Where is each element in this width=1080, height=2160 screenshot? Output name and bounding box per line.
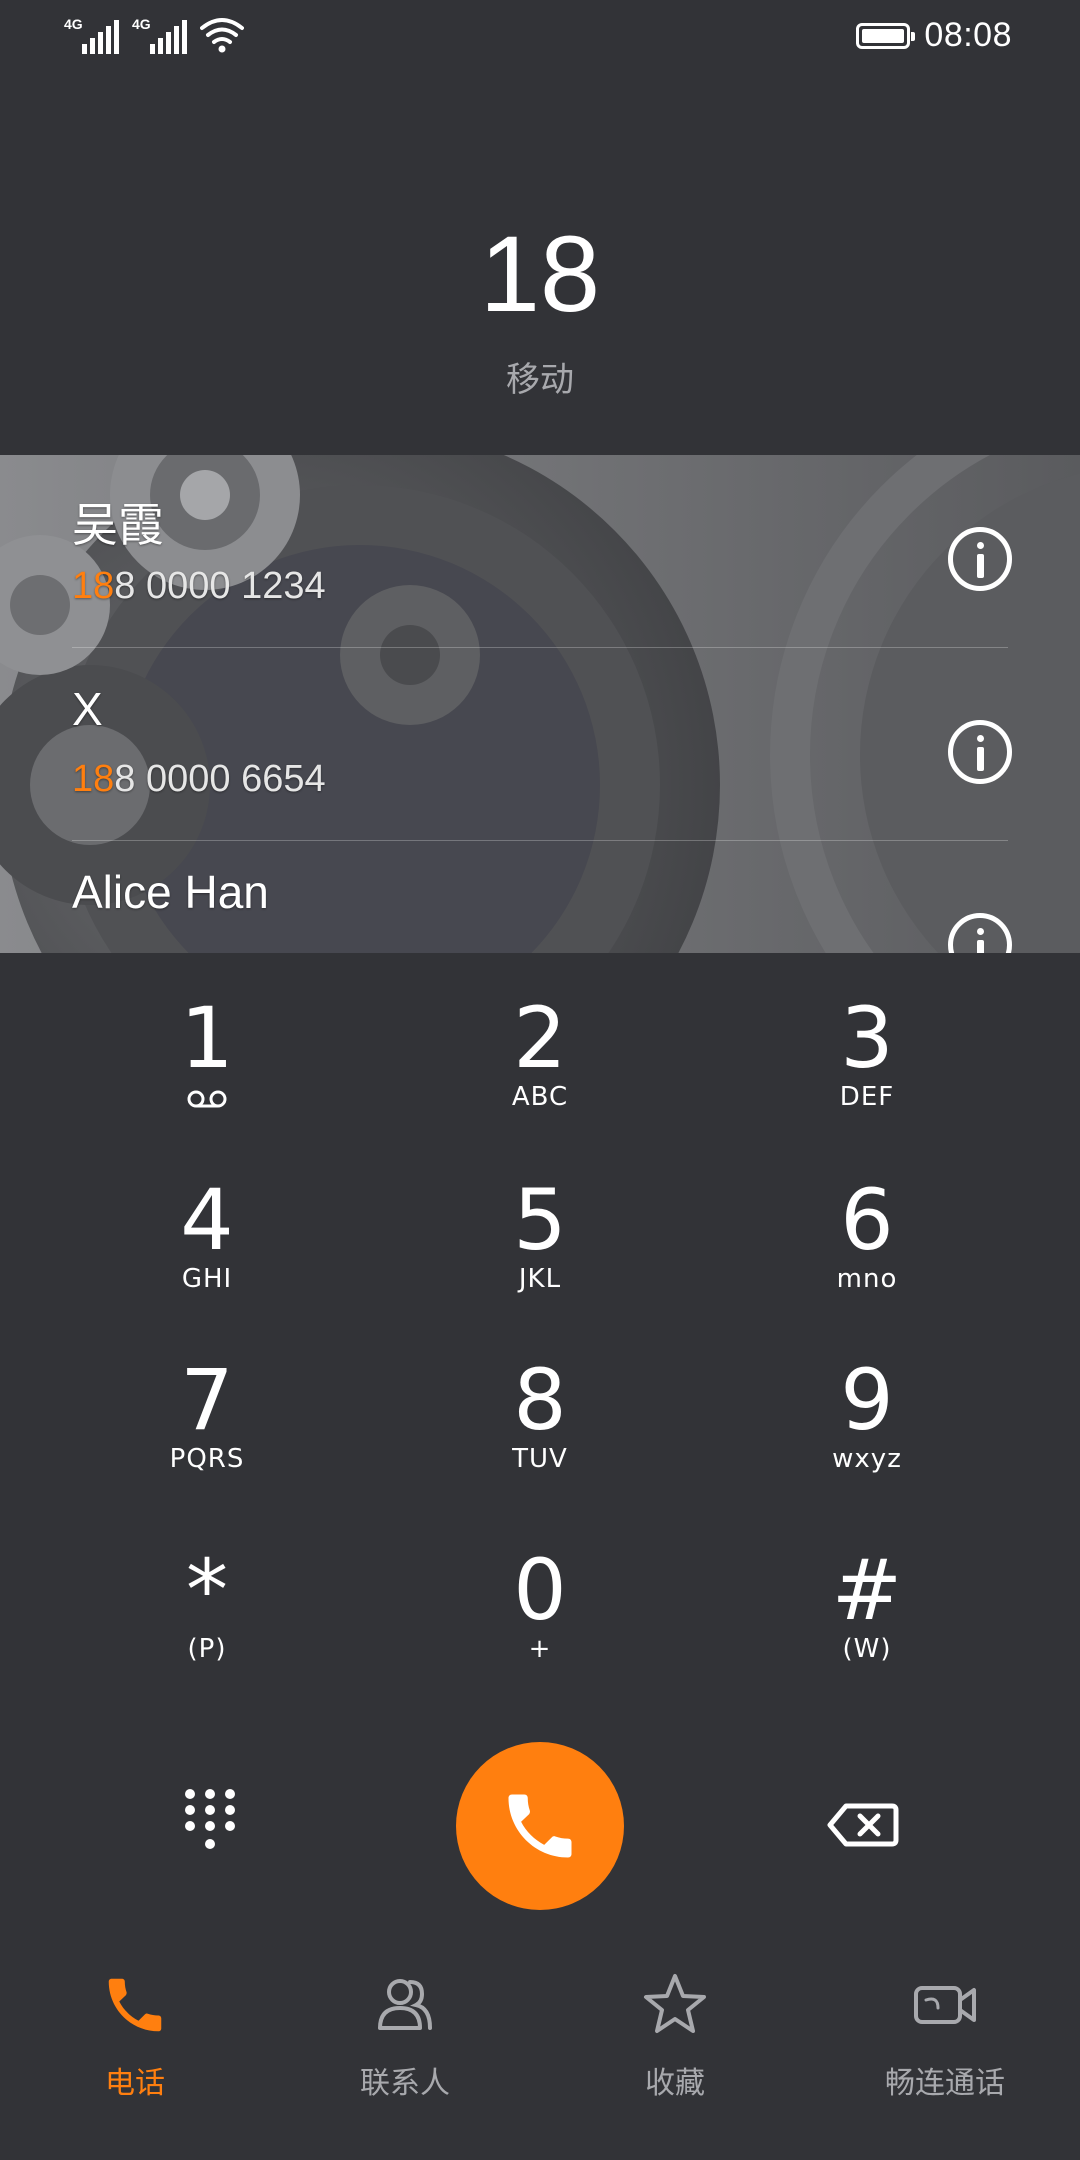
key-letters: ABC <box>511 1082 569 1112</box>
key-8[interactable]: 8 TUV <box>430 1352 650 1502</box>
dialed-number[interactable]: 18 <box>0 220 1080 328</box>
dialed-number-display: 18 移动 <box>0 220 1080 401</box>
contact-phone: 188 0000 1234 <box>72 565 326 608</box>
cellular-signal-icon: 4G <box>64 16 120 54</box>
key-0[interactable]: 0 + <box>430 1542 650 1692</box>
key-letters: GHI <box>181 1264 233 1294</box>
network-type-label: 4G <box>64 16 83 32</box>
key-4[interactable]: 4 GHI <box>97 1172 317 1322</box>
contact-name: 吴霞 <box>72 499 164 551</box>
tab-contacts[interactable]: 联系人 <box>270 1970 540 2120</box>
tab-favorites[interactable]: 收藏 <box>540 1970 810 2120</box>
key-3[interactable]: 3 DEF <box>757 990 977 1140</box>
contact-suggestions: 吴霞 188 0000 1234 X 188 0000 6654 Alice H… <box>0 455 1080 953</box>
bottom-tab-bar: 电话 联系人 收藏 畅连通话 <box>0 1950 1080 2160</box>
tab-label: 收藏 <box>645 2067 705 2100</box>
backspace-icon[interactable] <box>826 1802 900 1848</box>
key-5[interactable]: 5 JKL <box>430 1172 650 1322</box>
key-letters: PQRS <box>169 1444 245 1474</box>
contact-phone: 188 0000 6654 <box>72 758 326 801</box>
key-digit: 5 <box>513 1171 567 1269</box>
battery-icon <box>856 22 916 49</box>
key-digit: 6 <box>840 1171 894 1269</box>
contact-info-icon[interactable] <box>948 527 1012 591</box>
voicemail-icon <box>187 1090 227 1108</box>
carrier-label: 移动 <box>506 361 574 399</box>
dialpad-toggle-icon[interactable] <box>180 1786 240 1854</box>
phone-icon <box>108 1978 162 2032</box>
key-digit: 2 <box>513 989 567 1087</box>
key-digit: * <box>186 1541 228 1639</box>
phone-icon <box>508 1794 572 1858</box>
key-letters: JKL <box>518 1264 562 1294</box>
key-1[interactable]: 1 <box>97 990 317 1140</box>
tab-phone[interactable]: 电话 <box>0 1970 270 2120</box>
contact-info-icon[interactable] <box>948 720 1012 784</box>
key-digit: 0 <box>513 1541 567 1639</box>
tab-label: 联系人 <box>360 2067 450 2100</box>
key-digit: 8 <box>513 1351 567 1449</box>
key-digit: # <box>831 1541 903 1639</box>
contact-name: X <box>72 683 103 735</box>
key-letters: mno <box>836 1264 898 1294</box>
cellular-signal-icon: 4G <box>132 16 188 54</box>
key-digit: 3 <box>840 989 894 1087</box>
key-pound[interactable]: # (W) <box>757 1542 977 1692</box>
contact-row[interactable]: X 188 0000 6654 <box>0 648 1080 841</box>
key-letters: wxyz <box>832 1444 902 1474</box>
phone-rest: 8 0000 6654 <box>114 758 326 800</box>
call-button[interactable] <box>456 1742 624 1910</box>
status-bar: 4G 4G 08:08 <box>0 0 1080 70</box>
key-digit: 1 <box>180 989 234 1087</box>
key-6[interactable]: 6 mno <box>757 1172 977 1322</box>
contact-name: Alice Han <box>72 866 269 918</box>
tab-label: 电话 <box>105 2067 165 2100</box>
wifi-icon <box>200 18 244 53</box>
key-digit: 4 <box>180 1171 234 1269</box>
status-time: 08:08 <box>924 16 1012 54</box>
contact-info-icon[interactable] <box>948 913 1012 953</box>
phone-rest: 8 0000 1234 <box>114 565 326 607</box>
phone-match-highlight: 18 <box>72 565 115 607</box>
key-letters: TUV <box>512 1444 568 1474</box>
key-digit: 9 <box>840 1351 894 1449</box>
key-letters: (W) <box>842 1634 892 1664</box>
tab-label: 畅连通话 <box>885 2067 1005 2100</box>
network-type-label: 4G <box>132 16 151 32</box>
contact-row[interactable]: 吴霞 188 0000 1234 <box>0 455 1080 648</box>
key-letters: + <box>528 1634 552 1664</box>
key-digit: 7 <box>180 1351 234 1449</box>
key-2[interactable]: 2 ABC <box>430 990 650 1140</box>
video-call-icon <box>914 1986 976 2024</box>
key-9[interactable]: 9 wxyz <box>757 1352 977 1502</box>
phone-match-highlight: 18 <box>72 758 115 800</box>
key-letters: DEF <box>839 1082 895 1112</box>
key-letters: (P) <box>187 1634 227 1664</box>
key-7[interactable]: 7 PQRS <box>97 1352 317 1502</box>
key-star[interactable]: * (P) <box>97 1542 317 1692</box>
tab-meetime[interactable]: 畅连通话 <box>810 1970 1080 2120</box>
star-icon <box>644 1974 706 2033</box>
contacts-icon <box>378 1979 432 2030</box>
contact-row[interactable]: Alice Han <box>0 841 1080 953</box>
